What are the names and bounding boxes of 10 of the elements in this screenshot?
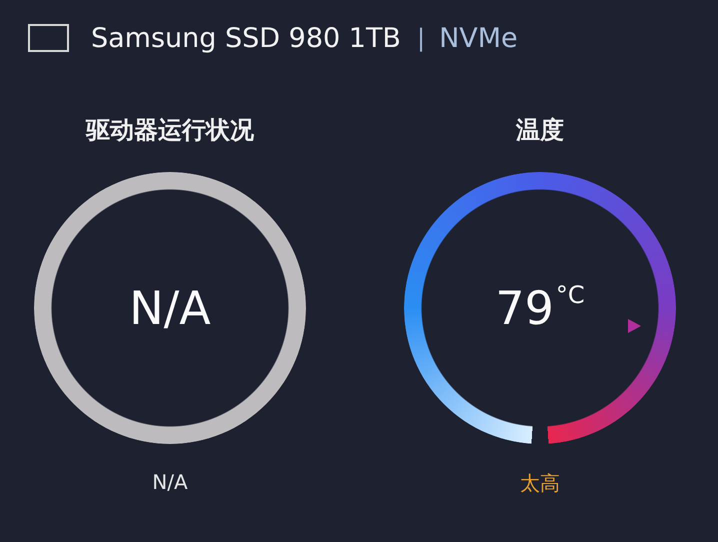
drive-icon: [28, 24, 69, 52]
pointer-icon: [626, 318, 642, 334]
panel-title: 驱动器运行状况: [86, 115, 254, 146]
drive-title: Samsung SSD 980 1TB: [91, 22, 401, 54]
separator: |: [416, 24, 426, 52]
status-label: N/A: [152, 470, 188, 494]
status-label: 太高: [520, 470, 560, 497]
interface-label: NVMe: [439, 22, 518, 54]
gauge-value: N/A: [129, 281, 211, 335]
panel-title: 温度: [516, 115, 564, 146]
